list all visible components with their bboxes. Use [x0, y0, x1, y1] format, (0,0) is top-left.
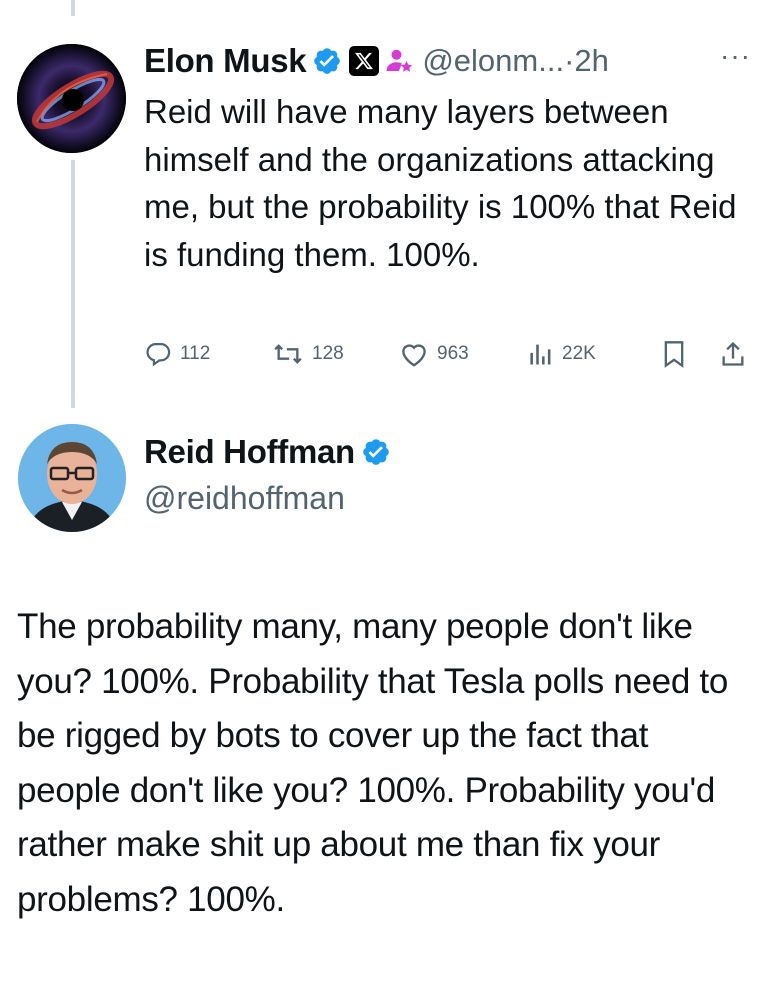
share-icon — [720, 340, 746, 368]
reply-text: The probability many, many people don't … — [17, 607, 729, 919]
repost-icon — [272, 340, 304, 368]
more-options-icon[interactable]: ··· — [720, 42, 751, 70]
thread-line-top — [71, 0, 75, 16]
bookmark-button[interactable] — [662, 340, 686, 368]
x-logo-icon — [349, 46, 380, 76]
verified-badge-icon — [312, 46, 342, 76]
reply-icon — [144, 340, 172, 368]
repost-button[interactable]: 128 — [272, 340, 344, 368]
reply-author-handle[interactable]: @reidhoffman — [144, 480, 345, 517]
tweet-header: Elon Musk @elonm... · 2h — [144, 38, 609, 84]
like-count: 963 — [437, 343, 469, 364]
views-button[interactable]: 22K — [528, 340, 596, 368]
thread-line — [71, 160, 75, 408]
share-button[interactable] — [720, 340, 746, 368]
tweet-actions: 112 128 963 22K — [144, 340, 754, 380]
bookmark-icon — [662, 340, 686, 368]
author-name[interactable]: Elon Musk — [144, 42, 307, 80]
verified-badge-icon — [361, 437, 391, 467]
reply-author-name[interactable]: Reid Hoffman — [144, 433, 355, 471]
like-button[interactable]: 963 — [399, 340, 469, 368]
like-icon — [399, 340, 429, 368]
avatar-reid-hoffman[interactable] — [18, 424, 126, 532]
repost-count: 128 — [312, 343, 344, 364]
avatar-elon-musk[interactable] — [17, 44, 126, 153]
tweet-time[interactable]: 2h — [574, 43, 608, 79]
reply-count: 112 — [180, 343, 211, 364]
author-handle[interactable]: @elonm... — [422, 43, 564, 79]
views-icon — [528, 340, 554, 368]
affiliate-icon — [384, 46, 414, 76]
reply-header: Reid Hoffman — [144, 433, 391, 471]
tweet-text: Reid will have many layers between himse… — [144, 93, 737, 273]
reply-button[interactable]: 112 — [144, 340, 210, 368]
time-separator: · — [564, 43, 575, 78]
views-count: 22K — [562, 343, 596, 364]
